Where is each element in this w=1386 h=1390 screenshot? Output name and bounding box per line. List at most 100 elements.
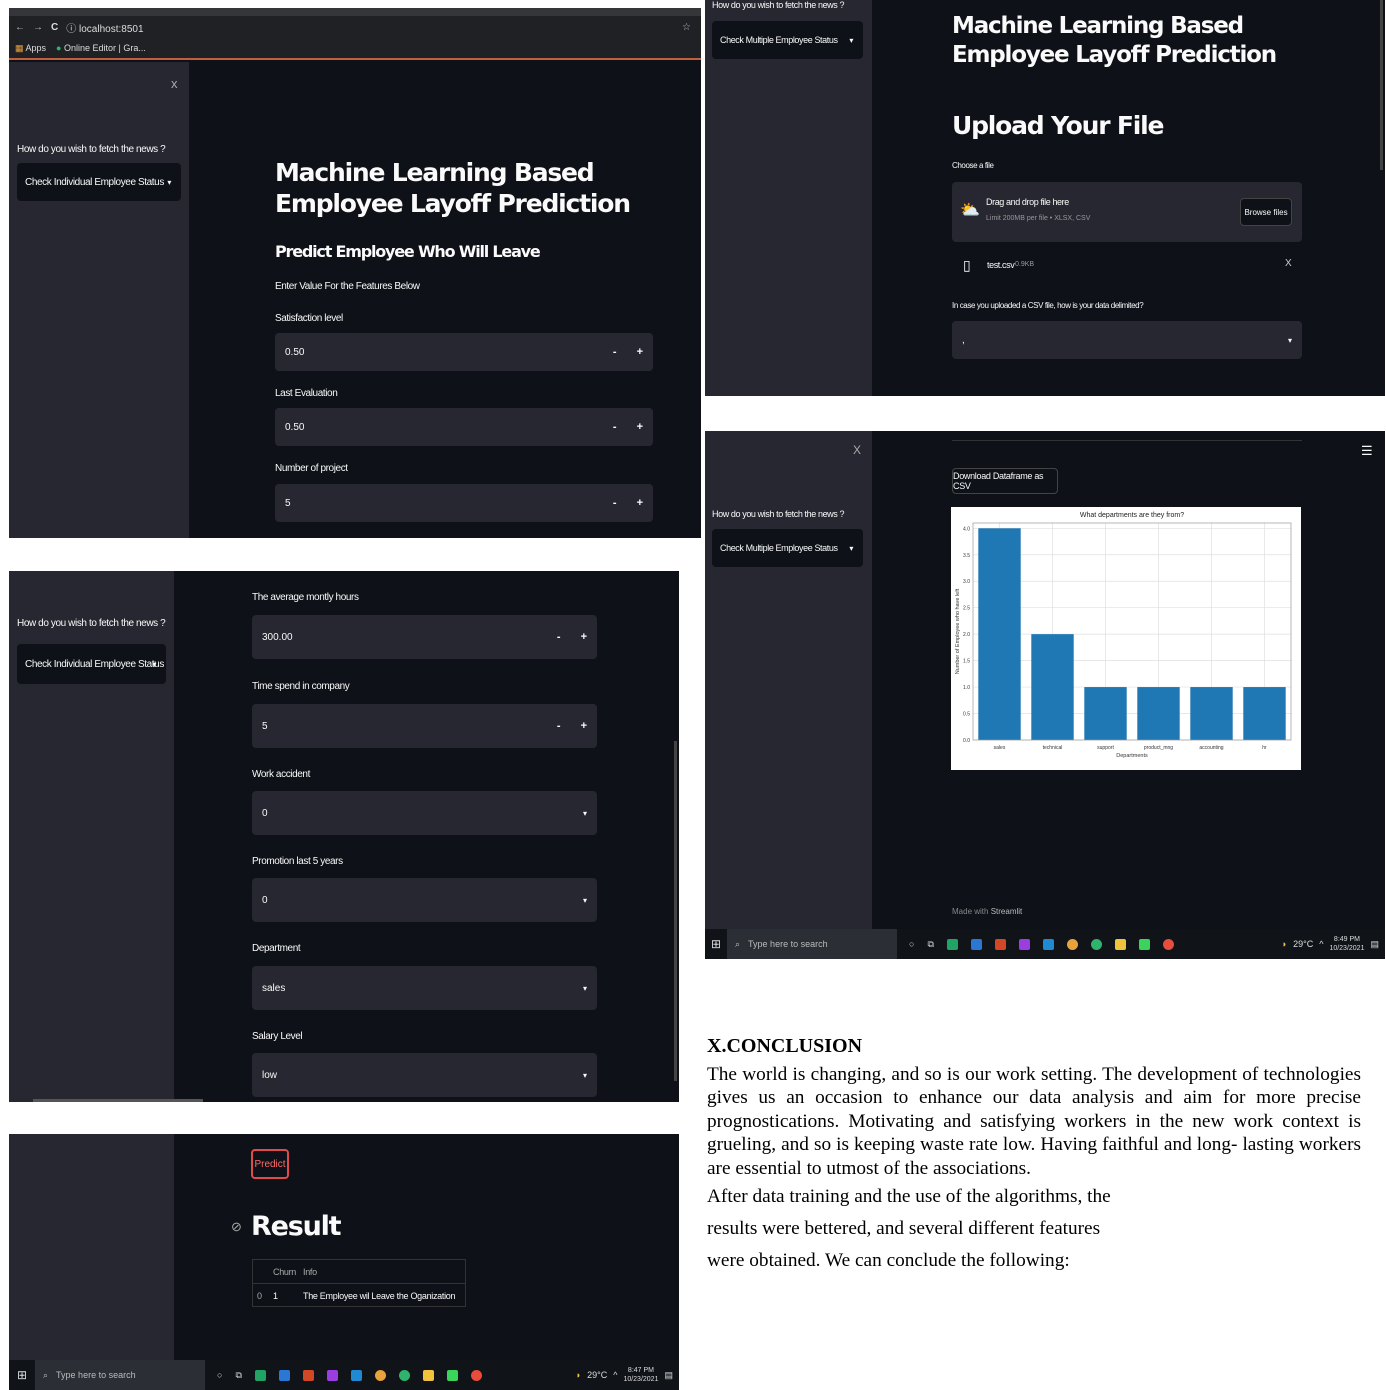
decrement-button[interactable]: - — [557, 720, 561, 732]
individual-form-screenshot: ← → C ⓘ localhost:8501 ☆ ▦ Apps ● Online… — [9, 8, 701, 538]
predict-button[interactable]: Predict — [251, 1149, 289, 1179]
search-icon: ⌕ — [735, 938, 741, 949]
excel-icon[interactable] — [254, 1369, 266, 1381]
increment-button[interactable]: + — [637, 346, 643, 358]
decrement-button[interactable]: - — [613, 497, 617, 509]
cortana-icon[interactable]: ○ — [909, 939, 914, 949]
chrome-alt-icon[interactable] — [1162, 938, 1174, 950]
word-icon[interactable] — [970, 938, 982, 950]
increment-button[interactable]: + — [581, 720, 587, 732]
streamlit-brand[interactable]: Streamlit — [991, 907, 1023, 916]
salary-select[interactable]: low ▾ — [252, 1053, 597, 1097]
taskbar-search[interactable]: ⌕ Type here to search — [727, 929, 897, 959]
file-explorer-icon[interactable] — [422, 1369, 434, 1381]
weather-icon: ◗ — [575, 1370, 582, 1380]
word-icon[interactable] — [278, 1369, 290, 1381]
clock[interactable]: 8:47 PM 10/23/2021 — [623, 1366, 658, 1384]
streamlit-footer: Made with Streamlit — [952, 907, 1023, 916]
info-icon: ⓘ — [66, 23, 80, 35]
xd-icon[interactable] — [326, 1369, 338, 1381]
increment-button[interactable]: + — [581, 631, 587, 643]
chart-screenshot: X How do you wish to fetch the news ? Ch… — [705, 431, 1385, 959]
projects-input[interactable]: 5 - + — [275, 484, 653, 522]
increment-button[interactable]: + — [637, 421, 643, 433]
sidebar — [9, 1134, 174, 1360]
file-dropzone[interactable]: ⛅ Drag and drop file here Limit 200MB pe… — [952, 182, 1302, 242]
clock[interactable]: 8:49 PM 10/23/2021 — [1329, 935, 1364, 953]
sidebar-fetch-label: How do you wish to fetch the news ? — [712, 509, 845, 519]
excel-icon[interactable] — [946, 938, 958, 950]
chevron-up-icon[interactable]: ^ — [1319, 939, 1323, 949]
forward-icon[interactable]: → — [33, 22, 43, 33]
evaluation-input[interactable]: 0.50 - + — [275, 408, 653, 446]
chrome-profile-icon[interactable] — [1090, 938, 1102, 950]
horizontal-scrollbar[interactable] — [33, 1099, 203, 1102]
decrement-button[interactable]: - — [613, 421, 617, 433]
address-bar[interactable]: ⓘ localhost:8501 — [66, 20, 674, 35]
y-axis-label: Number of Employee who have left — [955, 588, 961, 674]
chevron-down-icon: ▾ — [582, 983, 587, 993]
sidebar-close-icon[interactable]: X — [853, 443, 861, 457]
salary-label: Salary Level — [252, 1031, 303, 1042]
divider — [952, 440, 1302, 441]
delimiter-select[interactable]: , ▾ — [952, 321, 1302, 359]
increment-button[interactable]: + — [637, 497, 643, 509]
notification-icon[interactable]: ▤ — [664, 1370, 673, 1381]
download-csv-button[interactable]: Download Dataframe as CSV — [952, 468, 1058, 494]
vertical-scrollbar[interactable] — [1380, 0, 1383, 170]
remove-file-button[interactable]: X — [1285, 258, 1292, 269]
bookmark-apps[interactable]: ▦ Apps — [15, 43, 46, 54]
sidebar-mode-select[interactable]: Check Individual Employee Status ▾ — [17, 644, 166, 684]
windows-start-icon[interactable]: ⊞ — [9, 1368, 35, 1382]
decrement-button[interactable]: - — [613, 346, 617, 358]
vscode-icon[interactable] — [1042, 938, 1054, 950]
x-tick-label: accounting — [1199, 745, 1223, 751]
chrome-icon[interactable] — [1066, 938, 1078, 950]
y-tick-label: 0.0 — [963, 738, 970, 744]
sidebar-mode-select[interactable]: Check Multiple Employee Status ▾ — [712, 529, 863, 567]
chevron-up-icon[interactable]: ^ — [613, 1370, 617, 1380]
sidebar-mode-select[interactable]: Check Multiple Employee Status ▾ — [712, 21, 863, 59]
powerpoint-icon[interactable] — [994, 938, 1006, 950]
satisfaction-input[interactable]: 0.50 - + — [275, 333, 653, 371]
time-company-input[interactable]: 5 - + — [252, 704, 597, 748]
pycharm-icon[interactable] — [446, 1369, 458, 1381]
conclusion-line: were obtained. We can conclude the follo… — [707, 1250, 1070, 1271]
work-accident-select[interactable]: 0 ▾ — [252, 791, 597, 835]
chevron-down-icon: ▾ — [849, 35, 853, 45]
bookmark-online-editor[interactable]: ● Online Editor | Gra... — [56, 43, 146, 53]
time-company-label: Time spend in company — [252, 681, 350, 692]
chrome-icon[interactable] — [374, 1369, 386, 1381]
task-view-icon[interactable]: ⧉ — [235, 1370, 241, 1381]
department-select[interactable]: sales ▾ — [252, 966, 597, 1010]
promotion-select[interactable]: 0 ▾ — [252, 878, 597, 922]
powerpoint-icon[interactable] — [302, 1369, 314, 1381]
vscode-icon[interactable] — [350, 1369, 362, 1381]
taskbar-search[interactable]: ⌕ Type here to search — [35, 1360, 205, 1390]
x-tick-label: product_mng — [1144, 745, 1173, 751]
result-screenshot: Predict ⊘ Result Churn Info 0 1 The Empl… — [9, 1134, 679, 1390]
monthly-hours-input[interactable]: 300.00 - + — [252, 615, 597, 659]
star-icon[interactable]: ☆ — [682, 22, 691, 33]
notification-icon[interactable]: ▤ — [1370, 939, 1379, 950]
chrome-profile-icon[interactable] — [398, 1369, 410, 1381]
link-anchor-icon[interactable]: ⊘ — [231, 1219, 242, 1235]
sidebar: How do you wish to fetch the news ? Chec… — [9, 571, 174, 1102]
decrement-button[interactable]: - — [557, 631, 561, 643]
sidebar-mode-select[interactable]: Check Individual Employee Status ▾ — [17, 163, 181, 201]
browse-files-button[interactable]: Browse files — [1240, 198, 1292, 226]
pycharm-icon[interactable] — [1138, 938, 1150, 950]
back-icon[interactable]: ← — [15, 22, 25, 33]
vertical-scrollbar[interactable] — [674, 741, 677, 1081]
sidebar-close-icon[interactable]: x — [171, 76, 178, 91]
chrome-alt-icon[interactable] — [470, 1369, 482, 1381]
delimiter-label: In case you uploaded a CSV file, how is … — [952, 301, 1144, 310]
windows-start-icon[interactable]: ⊞ — [705, 937, 727, 951]
taskbar-apps: ○ ⧉ — [909, 938, 1174, 950]
cortana-icon[interactable]: ○ — [217, 1370, 222, 1380]
reload-icon[interactable]: C — [51, 22, 58, 33]
xd-icon[interactable] — [1018, 938, 1030, 950]
hamburger-menu-icon[interactable]: ☰ — [1361, 443, 1373, 459]
file-explorer-icon[interactable] — [1114, 938, 1126, 950]
task-view-icon[interactable]: ⧉ — [927, 939, 933, 950]
